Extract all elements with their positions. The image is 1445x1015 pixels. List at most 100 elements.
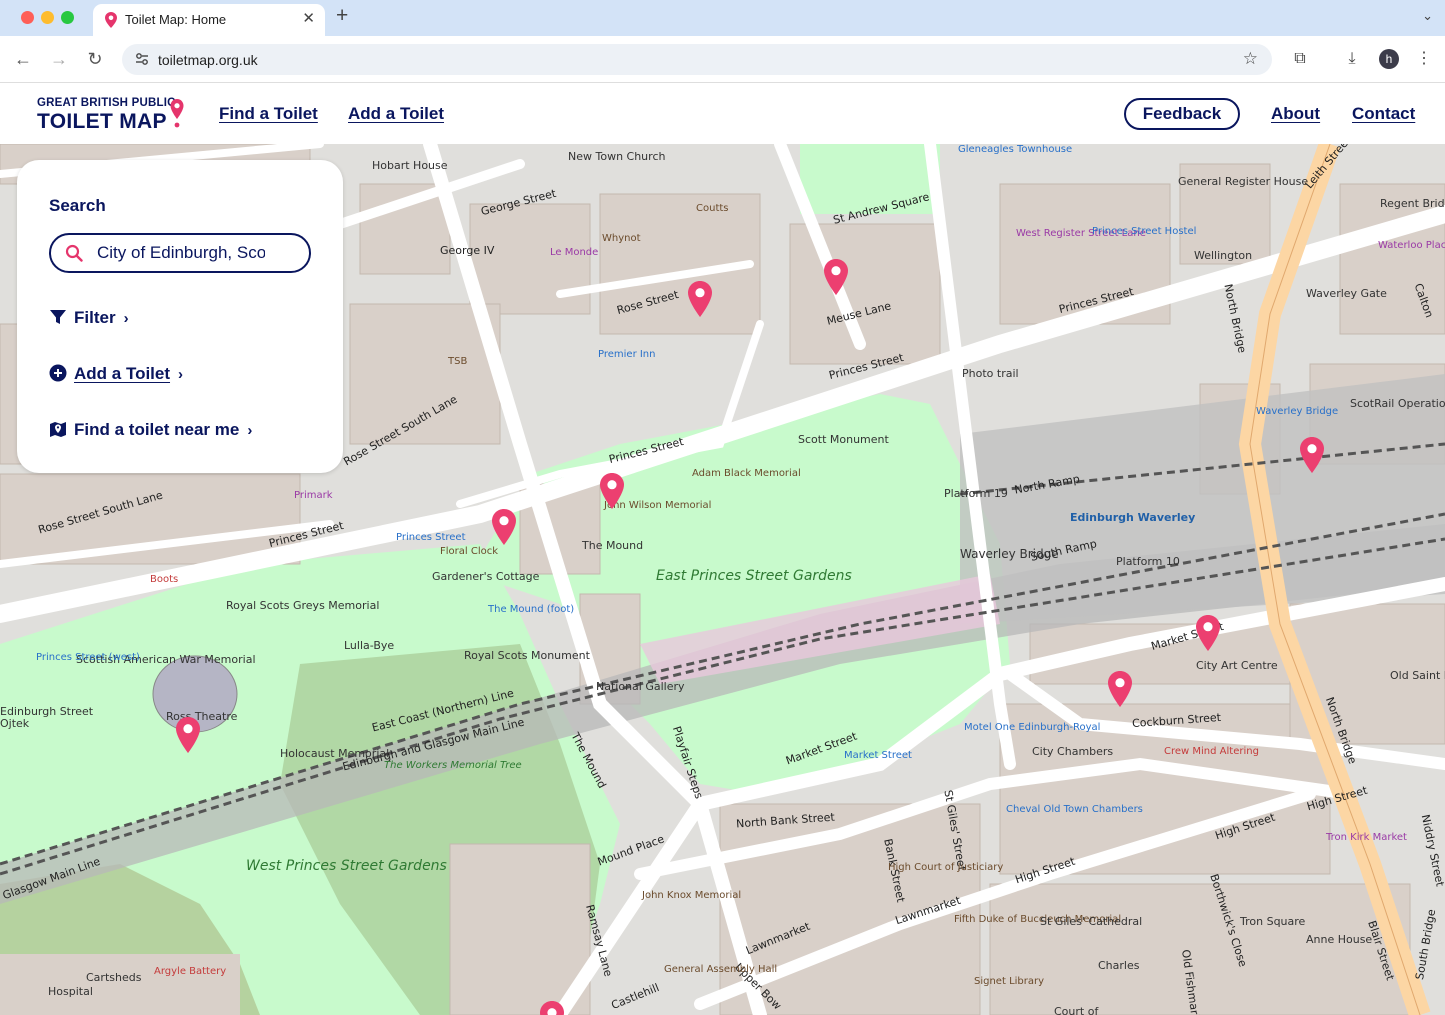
nav-find-a-toilet[interactable]: Find a Toilet (219, 104, 318, 124)
toilet-pin[interactable] (539, 1000, 565, 1015)
toilet-pin[interactable] (491, 508, 517, 546)
forward-arrow-icon[interactable]: → (48, 48, 70, 70)
label-memorial-edge: Ojtek (0, 717, 30, 730)
search-icon (65, 244, 83, 262)
label-east-princes-street-gardens: East Princes Street Gardens (656, 568, 852, 584)
label-adam-black-memorial: Adam Black Memorial (692, 468, 801, 479)
label-tron-square: Tron Square (1240, 915, 1306, 928)
tab-close-icon[interactable]: ✕ (302, 10, 315, 28)
label-charles: Charles (1098, 959, 1140, 972)
minimize-window-button[interactable] (41, 11, 54, 24)
toilet-pin[interactable] (1107, 670, 1133, 708)
label-lulla-bye: Lulla-Bye (344, 639, 395, 652)
label-signet-library: Signet Library (974, 976, 1045, 987)
label-waverley-gate: Waverley Gate (1306, 287, 1387, 300)
filter-link[interactable]: Filter › (49, 308, 129, 328)
label-princes-street-hostel: Princes Street Hostel (1092, 226, 1197, 237)
find-nearby-label: Find a toilet near me (74, 420, 240, 439)
label-city-art-centre: City Art Centre (1196, 659, 1278, 672)
browser-toolbar: ← → ↻ toiletmap.org.uk ☆ ⧉ ⤓ h ⋮ (0, 36, 1445, 83)
label-platform-19: Platform 19 (944, 487, 1008, 500)
label-coutts: Coutts (696, 203, 729, 214)
label-platform-10: Platform 10 (1116, 555, 1180, 568)
label-motel-one: Motel One Edinburgh-Royal (964, 722, 1101, 733)
add-toilet-label: Add a Toilet (74, 364, 171, 383)
label-the-mound-place: The Mound (582, 539, 644, 552)
browser-tab[interactable]: Toilet Map: Home ✕ (93, 4, 325, 36)
label-general-register-house: General Register House (1178, 175, 1309, 188)
site-logo[interactable]: GREAT BRITISH PUBLIC TOILET MAP (37, 97, 187, 133)
find-nearby-link[interactable]: Find a toilet near me › (49, 420, 252, 440)
label-old-saint-pauls: Old Saint Paul's (1390, 669, 1445, 682)
label-gardeners-cottage: Gardener's Cottage (432, 570, 540, 583)
label-scott-monument: Scott Monument (798, 433, 889, 446)
search-box[interactable] (49, 233, 311, 273)
label-high-court-of-justiciary: High Court of Justiciary (888, 862, 1004, 873)
label-court-of: Court of (1054, 1005, 1099, 1015)
label-royal-scots-monument: Royal Scots Monument (464, 649, 590, 662)
label-workers-memorial-tree: The Workers Memorial Tree (384, 760, 522, 771)
label-princes-street-bus: Princes Street (396, 532, 466, 543)
label-gleneagles-townhouse: Gleneagles Townhouse (958, 144, 1073, 155)
label-waterloo-place: Waterloo Place 14 (1378, 240, 1445, 251)
search-input[interactable] (97, 242, 265, 264)
toilet-pin[interactable] (599, 472, 625, 510)
logo-pin-icon (170, 99, 184, 128)
label-photo-trail: Photo trail (962, 367, 1019, 380)
more-menu-icon[interactable]: ⋮ (1414, 49, 1434, 69)
logo-title: TOILET MAP (37, 110, 167, 133)
back-arrow-icon[interactable]: ← (12, 48, 34, 70)
label-cheval-old-town-chambers: Cheval Old Town Chambers (1006, 804, 1143, 815)
nav-contact[interactable]: Contact (1352, 104, 1415, 124)
tab-search-chevron-icon[interactable]: ⌄ (1422, 8, 1433, 24)
label-cartsheds: Cartsheds (86, 971, 142, 984)
chevron-right-icon: › (178, 366, 184, 383)
label-royal-scots-greys-memorial: Royal Scots Greys Memorial (226, 599, 380, 612)
maximize-window-button[interactable] (61, 11, 74, 24)
search-panel: Search Filter › Add a Toilet › Find a toil… (17, 160, 343, 473)
logo-tagline: GREAT BRITISH PUBLIC (37, 97, 176, 109)
feedback-button[interactable]: Feedback (1124, 98, 1240, 130)
label-anne-house: Anne House (1306, 933, 1373, 946)
toilet-pin[interactable] (1299, 436, 1325, 474)
label-john-knox-memorial: John Knox Memorial (642, 890, 742, 901)
label-market-street-bus: Market Street (844, 750, 912, 761)
label-george-iv: George IV (440, 244, 495, 257)
map-location-icon (50, 422, 66, 437)
nav-about[interactable]: About (1271, 104, 1320, 124)
profile-avatar[interactable]: h (1379, 49, 1399, 69)
url-text: toiletmap.org.uk (158, 52, 258, 68)
label-argyle-battery: Argyle Battery (154, 966, 227, 977)
label-crew-mind-altering: Crew Mind Altering (1164, 746, 1259, 757)
reload-icon[interactable]: ↻ (84, 48, 106, 70)
filter-label: Filter (74, 308, 116, 327)
address-bar[interactable]: toiletmap.org.uk ☆ (122, 44, 1272, 75)
label-primark: Primark (294, 490, 333, 501)
nav-add-a-toilet[interactable]: Add a Toilet (348, 104, 444, 124)
toilet-pin[interactable] (175, 716, 201, 754)
close-window-button[interactable] (21, 11, 34, 24)
site-header: GREAT BRITISH PUBLIC TOILET MAP Find a T… (0, 83, 1445, 144)
extensions-icon[interactable]: ⧉ (1290, 49, 1310, 69)
label-general-assembly-hall: General Assembly Hall (664, 964, 778, 975)
label-national-gallery: National Gallery (596, 680, 685, 693)
label-scotrail-depot: ScotRail Operations Depot (1350, 397, 1445, 410)
bookmark-star-icon[interactable]: ☆ (1243, 49, 1258, 69)
new-tab-icon[interactable]: + (336, 5, 348, 27)
label-new-town-church: New Town Church (568, 150, 666, 163)
site-settings-icon[interactable] (134, 51, 150, 67)
filter-icon (50, 310, 66, 324)
chevron-right-icon: › (123, 310, 129, 327)
label-whynot: Whynot (602, 233, 641, 244)
label-floral-clock: Floral Clock (440, 546, 499, 557)
label-hobart-house: Hobart House (372, 159, 448, 172)
toilet-pin[interactable] (1195, 614, 1221, 652)
add-toilet-link[interactable]: Add a Toilet › (49, 364, 183, 384)
label-princes-street-west-bus: Princes Street (west) (36, 652, 140, 663)
label-hospital: Hospital (48, 985, 93, 998)
label-st-giles-cathedral: St Giles' Cathedral (1040, 915, 1143, 928)
toilet-pin[interactable] (687, 280, 713, 318)
label-edinburgh-waverley: Edinburgh Waverley (1070, 511, 1196, 524)
toilet-pin[interactable] (823, 258, 849, 296)
download-icon[interactable]: ⤓ (1342, 49, 1362, 69)
